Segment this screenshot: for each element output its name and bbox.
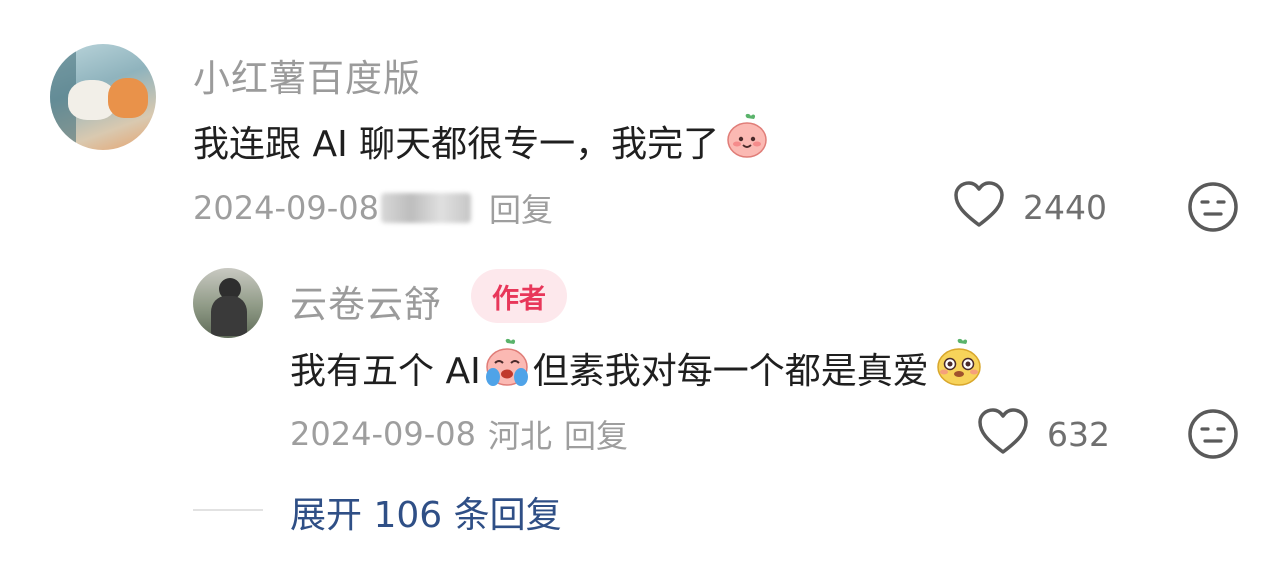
comment-date: 2024-09-08: [193, 189, 379, 227]
replier-username[interactable]: 云卷云舒: [290, 274, 442, 328]
yellow-blob-grin-emoji: [933, 337, 985, 398]
neutral-face-icon[interactable]: [1187, 408, 1239, 464]
crying-blob-emoji: [481, 337, 533, 398]
comment-content: 我连跟 AI 聊天都很专一，我完了: [193, 112, 771, 169]
reply-text-part2: 但素我对每一个都是真爱: [532, 350, 929, 392]
reply-text-part1: 我有五个 AI: [290, 350, 481, 392]
reply-reply-button[interactable]: 回复: [564, 411, 628, 457]
comment-like-group[interactable]: 2440: [953, 181, 1107, 233]
replier-avatar[interactable]: [193, 268, 263, 338]
heart-outline-icon[interactable]: [953, 181, 1005, 233]
comment-meta: 2024-09-08 日本 回复: [193, 185, 553, 231]
reply-date: 2024-09-08: [290, 415, 476, 453]
comment-location-blurred: [380, 193, 471, 223]
comment-like-count: 2440: [1023, 187, 1107, 227]
reply-location: 河北: [487, 417, 552, 455]
pink-blob-smile-emoji: [723, 112, 771, 169]
author-badge: 作者: [471, 269, 567, 323]
avatar-body: [211, 296, 247, 336]
neutral-face-icon[interactable]: [1187, 181, 1239, 237]
heart-outline-icon[interactable]: [977, 408, 1029, 460]
reply-content: 我有五个 AI 但素我对每一个都是真爱: [290, 337, 985, 398]
reply-meta: 2024-09-08 河北 回复: [290, 411, 628, 457]
comment-reply-button[interactable]: 回复: [489, 185, 553, 231]
commenter-avatar[interactable]: [50, 44, 156, 150]
commenter-username[interactable]: 小红薯百度版: [193, 48, 421, 102]
expand-replies-button[interactable]: 展开 106 条回复: [290, 486, 562, 538]
expand-divider: [193, 509, 263, 511]
comment-text: 我连跟 AI 聊天都很专一，我完了: [193, 123, 720, 165]
reply-like-count: 632: [1047, 414, 1110, 454]
avatar-orange-cat: [108, 78, 148, 118]
reply-like-group[interactable]: 632: [977, 408, 1110, 460]
